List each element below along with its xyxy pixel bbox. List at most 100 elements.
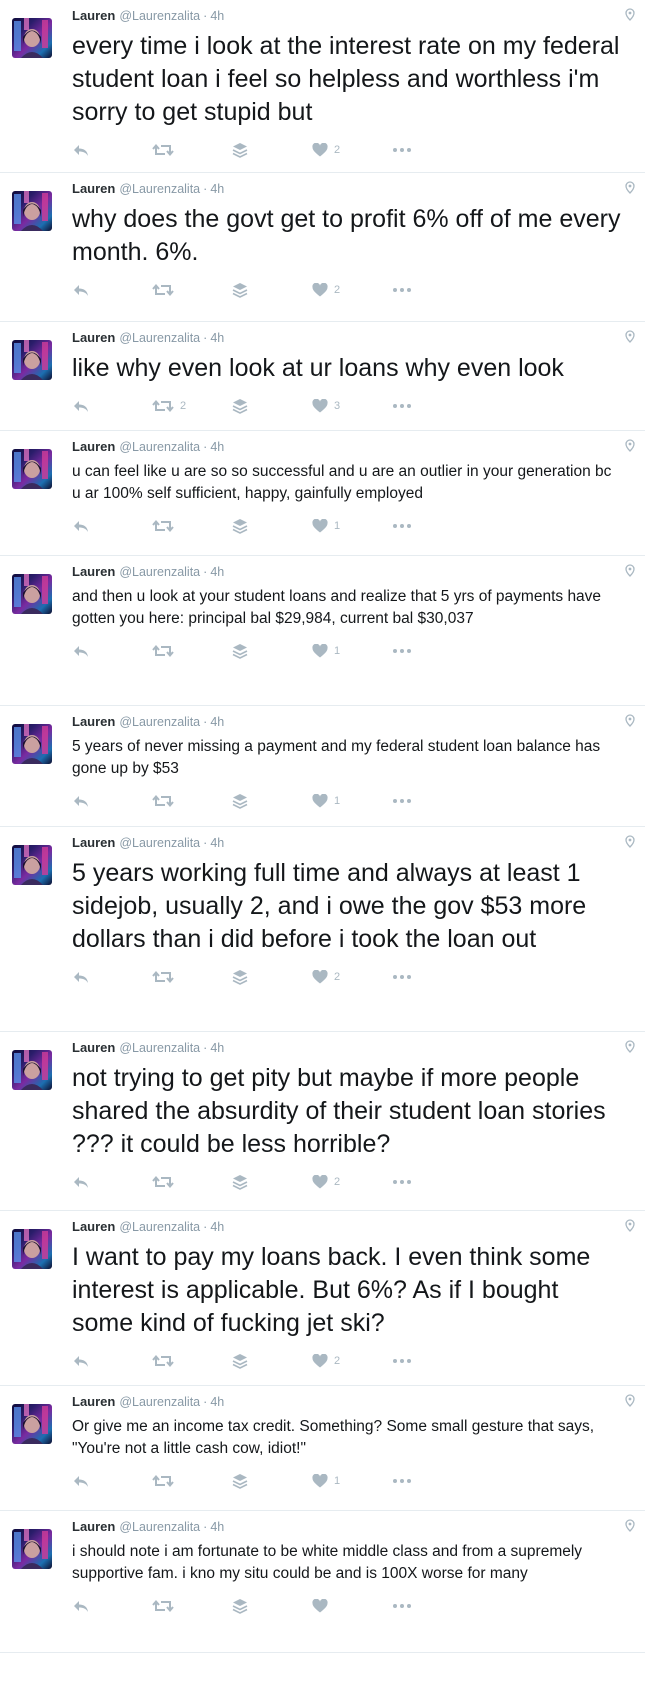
retweet-button[interactable] bbox=[152, 970, 232, 984]
retweet-button[interactable] bbox=[152, 1474, 232, 1488]
location-pin-icon[interactable] bbox=[625, 835, 635, 851]
retweet-button[interactable] bbox=[152, 1175, 232, 1189]
avatar[interactable] bbox=[12, 724, 52, 764]
location-pin-icon[interactable] bbox=[625, 439, 635, 455]
more-button[interactable] bbox=[392, 798, 472, 804]
like-button[interactable]: 2 bbox=[312, 283, 392, 297]
reply-button[interactable] bbox=[72, 1599, 152, 1613]
location-pin-icon[interactable] bbox=[625, 330, 635, 346]
author-handle[interactable]: @Laurenzalita bbox=[119, 836, 200, 850]
stack-button[interactable] bbox=[232, 398, 312, 414]
tweet[interactable]: Lauren @Laurenzalita · 4h why does the g… bbox=[0, 173, 645, 322]
tweet[interactable]: Lauren @Laurenzalita · 4h every time i l… bbox=[0, 0, 645, 173]
avatar[interactable] bbox=[12, 340, 52, 380]
more-button[interactable] bbox=[392, 1179, 472, 1185]
stack-button[interactable] bbox=[232, 1473, 312, 1489]
tweet-time[interactable]: 4h bbox=[210, 9, 224, 23]
tweet-time[interactable]: 4h bbox=[210, 1220, 224, 1234]
retweet-button[interactable] bbox=[152, 519, 232, 533]
author-name[interactable]: Lauren bbox=[72, 1394, 115, 1409]
avatar[interactable] bbox=[12, 574, 52, 614]
tweet[interactable]: Lauren @Laurenzalita · 4h not trying to … bbox=[0, 1032, 645, 1211]
avatar[interactable] bbox=[12, 1229, 52, 1269]
tweet[interactable]: Lauren @Laurenzalita · 4h and then u loo… bbox=[0, 556, 645, 706]
stack-button[interactable] bbox=[232, 1174, 312, 1190]
tweet[interactable]: Lauren @Laurenzalita · 4h like why even … bbox=[0, 322, 645, 431]
stack-button[interactable] bbox=[232, 1598, 312, 1614]
author-handle[interactable]: @Laurenzalita bbox=[119, 331, 200, 345]
reply-button[interactable] bbox=[72, 143, 152, 157]
author-handle[interactable]: @Laurenzalita bbox=[119, 9, 200, 23]
like-button[interactable]: 3 bbox=[312, 399, 392, 413]
author-handle[interactable]: @Laurenzalita bbox=[119, 440, 200, 454]
author-name[interactable]: Lauren bbox=[72, 564, 115, 579]
stack-button[interactable] bbox=[232, 643, 312, 659]
reply-button[interactable] bbox=[72, 644, 152, 658]
author-handle[interactable]: @Laurenzalita bbox=[119, 1041, 200, 1055]
more-button[interactable] bbox=[392, 1358, 472, 1364]
author-handle[interactable]: @Laurenzalita bbox=[119, 715, 200, 729]
tweet-time[interactable]: 4h bbox=[210, 715, 224, 729]
more-button[interactable] bbox=[392, 1603, 472, 1609]
retweet-button[interactable] bbox=[152, 283, 232, 297]
tweet-time[interactable]: 4h bbox=[210, 836, 224, 850]
reply-button[interactable] bbox=[72, 283, 152, 297]
author-name[interactable]: Lauren bbox=[72, 1040, 115, 1055]
like-button[interactable]: 2 bbox=[312, 970, 392, 984]
tweet[interactable]: Lauren @Laurenzalita · 4h I want to pay … bbox=[0, 1211, 645, 1386]
like-button[interactable]: 1 bbox=[312, 1474, 392, 1488]
retweet-button[interactable]: 2 bbox=[152, 399, 232, 413]
like-button[interactable]: 1 bbox=[312, 519, 392, 533]
author-name[interactable]: Lauren bbox=[72, 1219, 115, 1234]
like-button[interactable]: 2 bbox=[312, 1354, 392, 1368]
reply-button[interactable] bbox=[72, 1175, 152, 1189]
author-name[interactable]: Lauren bbox=[72, 181, 115, 196]
avatar[interactable] bbox=[12, 191, 52, 231]
like-button[interactable] bbox=[312, 1599, 392, 1613]
tweet[interactable]: Lauren @Laurenzalita · 4h Or give me an … bbox=[0, 1386, 645, 1511]
author-name[interactable]: Lauren bbox=[72, 8, 115, 23]
retweet-button[interactable] bbox=[152, 794, 232, 808]
avatar[interactable] bbox=[12, 845, 52, 885]
tweet[interactable]: Lauren @Laurenzalita · 4h i should note … bbox=[0, 1511, 645, 1653]
stack-button[interactable] bbox=[232, 1353, 312, 1369]
reply-button[interactable] bbox=[72, 399, 152, 413]
location-pin-icon[interactable] bbox=[625, 1394, 635, 1410]
tweet-time[interactable]: 4h bbox=[210, 1041, 224, 1055]
location-pin-icon[interactable] bbox=[625, 564, 635, 580]
stack-button[interactable] bbox=[232, 142, 312, 158]
tweet-time[interactable]: 4h bbox=[210, 1520, 224, 1534]
tweet[interactable]: Lauren @Laurenzalita · 4h u can feel lik… bbox=[0, 431, 645, 556]
reply-button[interactable] bbox=[72, 970, 152, 984]
author-name[interactable]: Lauren bbox=[72, 330, 115, 345]
author-handle[interactable]: @Laurenzalita bbox=[119, 1395, 200, 1409]
retweet-button[interactable] bbox=[152, 143, 232, 157]
tweet-time[interactable]: 4h bbox=[210, 182, 224, 196]
reply-button[interactable] bbox=[72, 1354, 152, 1368]
location-pin-icon[interactable] bbox=[625, 1040, 635, 1056]
retweet-button[interactable] bbox=[152, 644, 232, 658]
more-button[interactable] bbox=[392, 1478, 472, 1484]
location-pin-icon[interactable] bbox=[625, 181, 635, 197]
retweet-button[interactable] bbox=[152, 1599, 232, 1613]
like-button[interactable]: 2 bbox=[312, 1175, 392, 1189]
tweet[interactable]: Lauren @Laurenzalita · 4h 5 years of nev… bbox=[0, 706, 645, 827]
like-button[interactable]: 2 bbox=[312, 143, 392, 157]
like-button[interactable]: 1 bbox=[312, 794, 392, 808]
location-pin-icon[interactable] bbox=[625, 8, 635, 24]
author-name[interactable]: Lauren bbox=[72, 714, 115, 729]
more-button[interactable] bbox=[392, 147, 472, 153]
location-pin-icon[interactable] bbox=[625, 1519, 635, 1535]
stack-button[interactable] bbox=[232, 282, 312, 298]
avatar[interactable] bbox=[12, 1404, 52, 1444]
author-name[interactable]: Lauren bbox=[72, 1519, 115, 1534]
stack-button[interactable] bbox=[232, 518, 312, 534]
author-handle[interactable]: @Laurenzalita bbox=[119, 182, 200, 196]
location-pin-icon[interactable] bbox=[625, 1219, 635, 1235]
avatar[interactable] bbox=[12, 1050, 52, 1090]
retweet-button[interactable] bbox=[152, 1354, 232, 1368]
tweet[interactable]: Lauren @Laurenzalita · 4h 5 years workin… bbox=[0, 827, 645, 1032]
reply-button[interactable] bbox=[72, 519, 152, 533]
tweet-time[interactable]: 4h bbox=[210, 331, 224, 345]
like-button[interactable]: 1 bbox=[312, 644, 392, 658]
